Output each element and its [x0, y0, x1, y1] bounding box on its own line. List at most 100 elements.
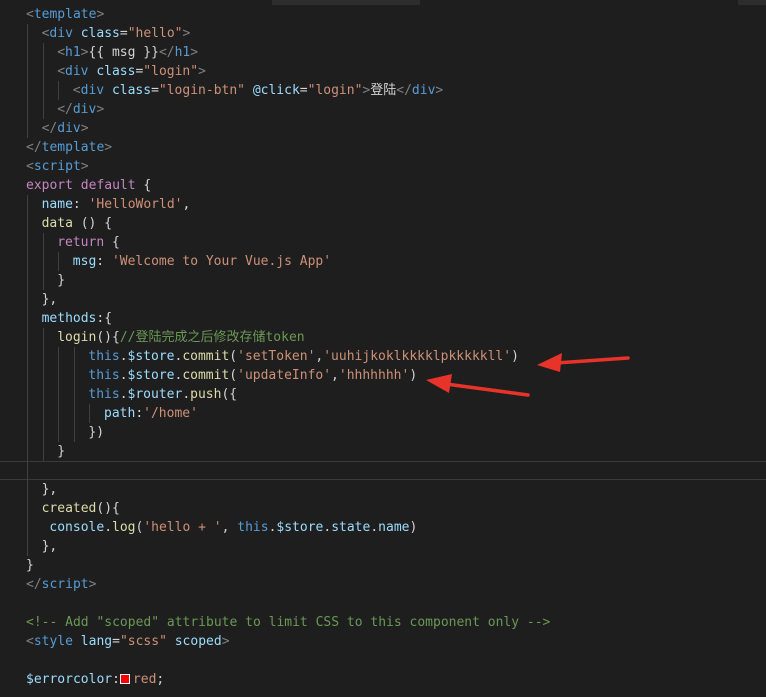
code-line[interactable]: }: [0, 556, 766, 575]
code-line[interactable]: this.$store.commit('updateInfo','hhhhhhh…: [0, 366, 766, 385]
code-line[interactable]: console.log('hello + ', this.$store.stat…: [0, 518, 766, 537]
code-line[interactable]: path:'/home': [0, 404, 766, 423]
code-token: script: [41, 577, 89, 592]
code-token: </: [26, 140, 42, 155]
code-token: return: [57, 235, 105, 250]
code-token: 登陆: [370, 83, 397, 98]
code-token: ): [409, 520, 418, 535]
code-token: this: [88, 349, 120, 364]
indent-guide: [43, 442, 44, 461]
code-line[interactable]: this.$router.push({: [0, 385, 766, 404]
code-token: path: [104, 406, 136, 421]
code-line[interactable]: <div class="login">: [0, 62, 766, 81]
indent-guide: [27, 81, 28, 100]
indent-guide: [43, 271, 44, 290]
code-line-text: <div class="hello">: [42, 24, 191, 43]
code-line[interactable]: methods:{: [0, 309, 766, 328]
code-token: "hello": [127, 26, 183, 41]
code-line[interactable]: <h1>{{ msg }}</h1>: [0, 43, 766, 62]
code-token: div: [80, 83, 105, 98]
code-token: "login": [307, 83, 363, 98]
code-token: msg: [72, 254, 97, 269]
code-line[interactable]: },: [0, 537, 766, 556]
code-line[interactable]: <div class="login-btn" @click="login">登陆…: [0, 81, 766, 100]
code-token: =: [299, 83, 308, 98]
code-line-text: </div>: [42, 119, 89, 138]
code-token: 'hhhhhhh': [338, 368, 410, 383]
code-line[interactable]: <script>: [0, 157, 766, 176]
indent-guide: [27, 195, 28, 214]
code-token: template: [33, 7, 97, 22]
indent-guide: [27, 290, 28, 309]
code-line[interactable]: export default {: [0, 176, 766, 195]
code-line[interactable]: name: 'HelloWorld',: [0, 195, 766, 214]
indent-guide: [43, 62, 44, 81]
code-line[interactable]: data () {: [0, 214, 766, 233]
code-token: },: [41, 292, 58, 307]
code-line-text: login(){//登陆完成之后修改存储token: [57, 328, 304, 347]
code-line-text: </template>: [26, 138, 112, 157]
code-line[interactable]: $errorcolor: red;: [0, 670, 766, 689]
code-line-text: </div>: [57, 100, 104, 119]
code-token: scoped: [174, 634, 222, 649]
code-line[interactable]: <div class="hello">: [0, 24, 766, 43]
code-line[interactable]: },: [0, 290, 766, 309]
code-line[interactable]: <!-- Add "scoped" attribute to limit CSS…: [0, 613, 766, 632]
code-token: (){: [96, 330, 120, 345]
code-line-text: }: [26, 556, 34, 575]
code-token: }: [26, 558, 34, 573]
code-line[interactable]: this.$store.commit('setToken','uuhijkokl…: [0, 347, 766, 366]
indent-guide: [43, 385, 44, 404]
code-token: $errorcolor: [26, 672, 113, 687]
code-token: 'hello + ': [143, 520, 222, 535]
code-token: default: [80, 178, 136, 193]
code-line[interactable]: </div>: [0, 100, 766, 119]
code-token: lang: [80, 634, 113, 649]
code-line[interactable]: created(){: [0, 499, 766, 518]
code-token: @click: [252, 83, 300, 98]
code-line[interactable]: <style lang="scss" scoped>: [0, 632, 766, 651]
code-editor[interactable]: <template> <div class="hello"> <h1>{{ msg …: [0, 0, 766, 697]
code-token: h1: [65, 45, 81, 60]
code-area[interactable]: <template> <div class="hello"> <h1>{{ msg …: [0, 5, 766, 689]
code-line[interactable]: </div>: [0, 119, 766, 138]
indent-guide: [27, 252, 28, 271]
code-token: template: [41, 140, 105, 155]
code-token: "login-btn": [158, 83, 245, 98]
code-token: '/home': [143, 406, 198, 421]
code-line[interactable]: [0, 651, 766, 670]
code-token: div: [49, 26, 73, 41]
indent-guide: [43, 423, 44, 442]
indent-guide: [27, 366, 28, 385]
code-token: </: [57, 102, 73, 117]
code-token: :: [96, 254, 112, 269]
code-line[interactable]: [0, 594, 766, 613]
code-token: }: [57, 273, 66, 288]
code-token: 'HelloWorld': [88, 197, 183, 212]
code-line[interactable]: return {: [0, 233, 766, 252]
indent-guide: [74, 385, 75, 404]
code-line[interactable]: [0, 461, 766, 481]
code-token: export: [26, 178, 73, 193]
code-line[interactable]: <template>: [0, 5, 766, 24]
code-line-text: path:'/home': [104, 404, 198, 423]
code-line[interactable]: }): [0, 423, 766, 442]
code-line[interactable]: msg: 'Welcome to Your Vue.js App': [0, 252, 766, 271]
code-line[interactable]: </script>: [0, 575, 766, 594]
color-swatch[interactable]: [119, 674, 130, 684]
code-line[interactable]: </template>: [0, 138, 766, 157]
code-line-text: this.$router.push({: [88, 385, 237, 404]
code-token: style: [33, 634, 73, 649]
code-token: 'setToken': [237, 349, 316, 364]
code-line[interactable]: },: [0, 480, 766, 499]
code-token: </: [41, 121, 58, 136]
code-line[interactable]: }: [0, 442, 766, 461]
code-line[interactable]: }: [0, 271, 766, 290]
code-token: 'uuhijkoklkkkklpkkkkkll': [323, 349, 512, 364]
code-token: "login": [143, 64, 199, 79]
code-token: .: [370, 520, 379, 535]
code-line[interactable]: login(){//登陆完成之后修改存储token: [0, 328, 766, 347]
code-line-text: <div class="login">: [57, 62, 206, 81]
